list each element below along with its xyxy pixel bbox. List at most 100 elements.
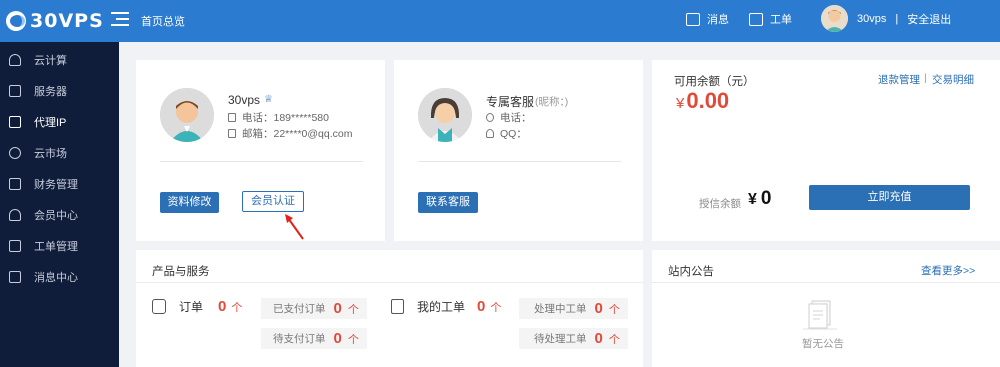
paid-orders-label: 已支付订单 [273, 303, 326, 315]
divider [136, 282, 643, 283]
paid-orders-stat[interactable]: 已支付订单 0 个 [261, 298, 367, 319]
empty-notice-text: 暂无公告 [802, 338, 844, 350]
credit-balance: ¥ 0 [748, 188, 771, 210]
service-phone-text: 电话： [500, 112, 532, 124]
message-icon [686, 12, 700, 26]
home-overview-link[interactable]: 首页总览 [141, 13, 185, 29]
contact-service-button[interactable]: 联系客服 [418, 192, 478, 213]
service-card: 专属客服 (昵称：) 电话： QQ： 联系客服 [394, 60, 643, 241]
divider [418, 161, 621, 162]
pending-tickets-label: 待处理工单 [534, 333, 587, 345]
edit-profile-button[interactable]: 资料修改 [160, 192, 219, 213]
transactions-link[interactable]: 交易明细 [932, 72, 974, 87]
avatar [160, 88, 214, 142]
logout-link[interactable]: 安全退出 [907, 11, 951, 27]
balance-label: 可用余额（元） [674, 76, 755, 88]
logo-text: 30VPS [30, 10, 104, 32]
notices-title: 站内公告 [668, 266, 714, 278]
avatar[interactable] [821, 5, 848, 32]
products-panel: 产品与服务 订单 0 个 已支付订单 0 个 待支付订单 0 个 我的工单 0 … [136, 250, 643, 367]
service-nickname: (昵称：) [535, 96, 569, 108]
logo[interactable]: 30VPS [6, 8, 104, 34]
sidebar-item-finance[interactable]: 财务管理 [0, 168, 119, 199]
server-icon [9, 84, 21, 97]
username[interactable]: 30vps [857, 13, 886, 25]
products-title: 产品与服务 [152, 266, 210, 278]
currency-symbol: ¥ [676, 95, 685, 112]
monitor-icon [9, 115, 21, 128]
clipboard-icon [391, 299, 404, 314]
crown-icon: ♕ [264, 94, 273, 105]
profile-email: 邮箱：22****0@qq.com [228, 126, 352, 141]
market-icon [9, 146, 21, 159]
sidebar-item-label: 财务管理 [34, 178, 78, 191]
tickets-link[interactable]: 工单 [749, 11, 792, 27]
unpaid-orders-unit: 个 [347, 333, 359, 346]
my-tickets-label: 我的工单 [417, 300, 466, 314]
my-tickets-count: 0 [477, 298, 486, 315]
sidebar-item-label: 服务器 [34, 85, 67, 98]
sidebar-item-member-center[interactable]: 会员中心 [0, 199, 119, 230]
orders-stat[interactable]: 订单 0 个 [152, 298, 242, 315]
credit-label: 授信余额 [699, 198, 741, 210]
sidebar-item-servers[interactable]: 服务器 [0, 75, 119, 106]
orders-count: 0 [218, 298, 227, 315]
paid-orders-unit: 个 [347, 303, 359, 316]
menu-toggle-icon[interactable] [111, 12, 129, 28]
sidebar-item-tickets[interactable]: 工单管理 [0, 230, 119, 261]
processing-tickets-unit: 个 [608, 303, 620, 316]
unpaid-orders-stat[interactable]: 待支付订单 0 个 [261, 328, 367, 349]
pending-tickets-unit: 个 [608, 333, 620, 346]
sidebar-item-label: 云计算 [34, 54, 67, 67]
profile-phone-text: 电话：189*****580 [242, 112, 329, 124]
pending-tickets-stat[interactable]: 待处理工单 0 个 [519, 328, 628, 349]
notices-panel: 站内公告 查看更多>> 暂无公告 [652, 250, 1000, 367]
sidebar-item-label: 消息中心 [34, 271, 78, 284]
member-verify-button[interactable]: 会员认证 [242, 191, 304, 212]
qq-icon [486, 129, 494, 138]
messages-label: 消息 [707, 14, 729, 26]
divider [160, 161, 363, 162]
phone-icon [228, 113, 236, 122]
processing-tickets-stat[interactable]: 处理中工单 0 个 [519, 298, 628, 319]
processing-tickets-count: 0 [594, 300, 603, 317]
credit-symbol: ¥ [748, 191, 757, 208]
orders-label: 订单 [179, 300, 204, 314]
sidebar-item-label: 会员中心 [34, 209, 78, 222]
processing-tickets-label: 处理中工单 [534, 303, 587, 315]
recharge-button[interactable]: 立即充值 [809, 185, 970, 210]
user-menu: 30vps | 安全退出 [821, 5, 951, 32]
phone-icon [486, 113, 494, 122]
profile-email-text: 邮箱：22****0@qq.com [242, 128, 353, 140]
message-icon [9, 270, 21, 283]
sidebar: 云计算 服务器 代理IP 云市场 财务管理 会员中心 工单管理 消息中心 [0, 42, 119, 367]
divider [652, 282, 1000, 283]
sidebar-item-messages[interactable]: 消息中心 [0, 261, 119, 292]
sidebar-item-label: 代理IP [34, 116, 67, 129]
my-tickets-stat[interactable]: 我的工单 0 个 [391, 298, 501, 315]
unpaid-orders-label: 待支付订单 [273, 333, 326, 345]
available-balance: ¥ 0.00 [676, 88, 729, 114]
profile-name: 30vps [228, 93, 261, 107]
finance-icon [9, 177, 21, 190]
empty-document-icon [803, 300, 837, 330]
top-bar: 30VPS 首页总览 消息 工单 30vps | 安全退出 [0, 0, 1000, 42]
credit-amount: 0 [760, 188, 772, 209]
sidebar-item-cloud-market[interactable]: 云市场 [0, 137, 119, 168]
unpaid-orders-count: 0 [333, 330, 342, 347]
service-qq: QQ： [486, 126, 527, 141]
sidebar-item-label: 工单管理 [34, 240, 78, 253]
messages-link[interactable]: 消息 [686, 11, 729, 27]
ticket-icon [9, 239, 21, 252]
sidebar-item-cloud-computing[interactable]: 云计算 [0, 44, 119, 75]
refund-link[interactable]: 退款管理 [878, 72, 920, 87]
sidebar-item-proxy-ip[interactable]: 代理IP [0, 106, 119, 137]
logo-icon [6, 11, 26, 31]
cloud-icon [9, 53, 21, 66]
view-more-link[interactable]: 查看更多>> [921, 263, 975, 278]
service-qq-text: QQ： [500, 128, 527, 140]
orders-unit: 个 [231, 301, 243, 314]
arrow-pointer-icon [285, 214, 304, 240]
profile-card: 30vps ♕ 电话：189*****580 邮箱：22****0@qq.com… [136, 60, 385, 241]
tickets-label: 工单 [770, 14, 792, 26]
